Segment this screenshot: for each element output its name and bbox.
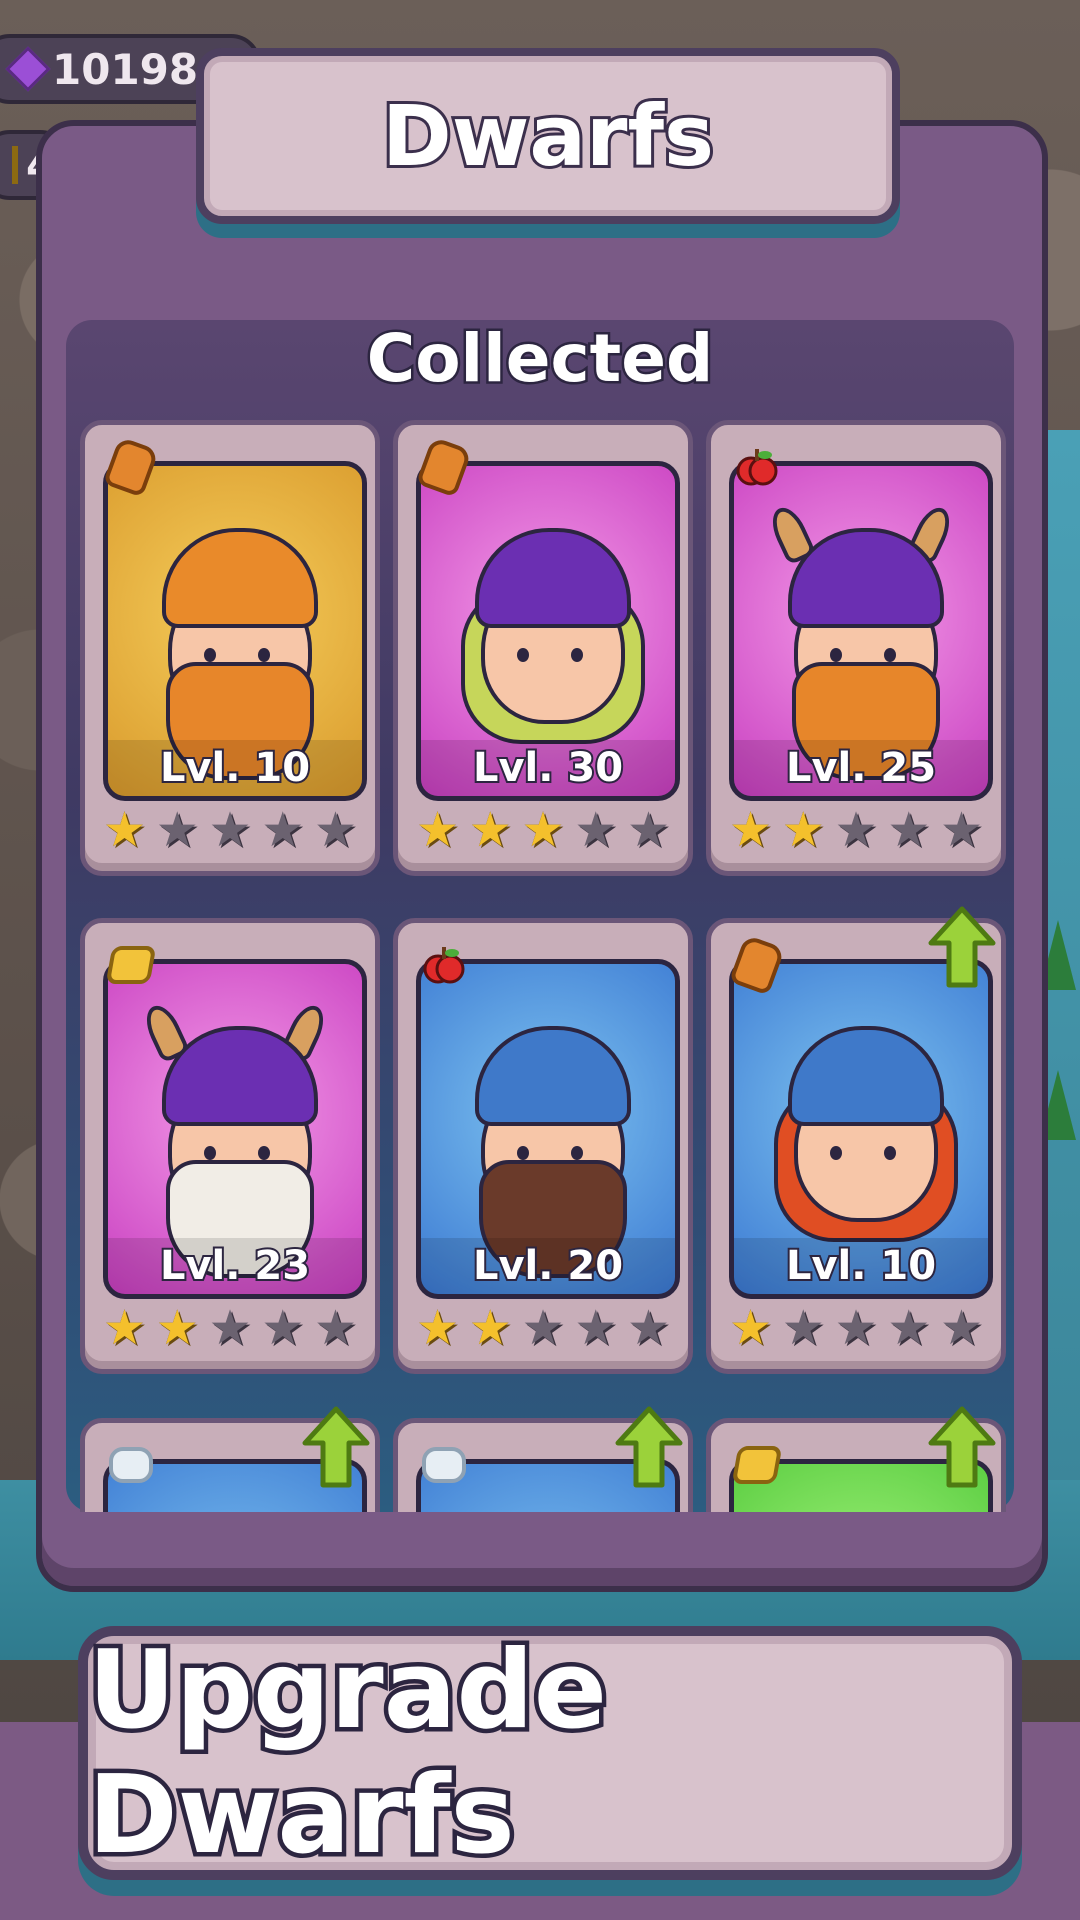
wood-icon bbox=[102, 436, 160, 498]
star-icon: ★ bbox=[729, 1300, 773, 1356]
star-icon: ★ bbox=[729, 802, 773, 858]
star-rating: ★ ★ ★ ★ ★ bbox=[729, 1303, 983, 1353]
dwarf-portrait: Lvl. 20 bbox=[416, 959, 680, 1299]
card-grid-next-row bbox=[66, 1404, 1014, 1512]
star-icon: ★ bbox=[626, 1300, 670, 1356]
wood-icon bbox=[728, 934, 786, 996]
dwarf-portrait: Lvl. 10 bbox=[103, 461, 367, 801]
star-icon: ★ bbox=[261, 1300, 305, 1356]
upgrade-arrow-icon bbox=[927, 1405, 997, 1489]
star-icon: ★ bbox=[574, 802, 618, 858]
dwarf-portrait: Lvl. 10 bbox=[729, 959, 993, 1299]
dwarf-card[interactable] bbox=[706, 1406, 1006, 1512]
star-icon: ★ bbox=[887, 802, 931, 858]
dwarf-card[interactable] bbox=[393, 1406, 693, 1512]
star-icon: ★ bbox=[416, 802, 460, 858]
star-rating: ★ ★ ★ ★ ★ bbox=[416, 1303, 670, 1353]
star-icon: ★ bbox=[781, 1300, 825, 1356]
panel-title: Dwarfs bbox=[379, 84, 717, 188]
gold-ore-icon bbox=[731, 1443, 783, 1487]
star-icon: ★ bbox=[313, 1300, 357, 1356]
apple-icon bbox=[422, 943, 466, 987]
star-icon: ★ bbox=[521, 802, 565, 858]
dwarf-portrait: Lvl. 23 bbox=[103, 959, 367, 1299]
dwarf-level: Lvl. 10 bbox=[734, 1238, 988, 1294]
star-icon: ★ bbox=[313, 802, 357, 858]
dwarf-card[interactable]: Lvl. 10 ★ ★ ★ ★ ★ bbox=[706, 906, 1006, 1374]
star-icon: ★ bbox=[208, 802, 252, 858]
dwarf-card[interactable]: Lvl. 30 ★ ★ ★ ★ ★ bbox=[393, 420, 693, 876]
star-icon: ★ bbox=[834, 802, 878, 858]
dwarf-portrait: Lvl. 30 bbox=[416, 461, 680, 801]
star-icon: ★ bbox=[626, 802, 670, 858]
star-icon: ★ bbox=[416, 1300, 460, 1356]
upgrade-arrow-icon bbox=[927, 905, 997, 989]
star-icon: ★ bbox=[834, 1300, 878, 1356]
dwarf-card[interactable]: Lvl. 23 ★ ★ ★ ★ ★ bbox=[80, 918, 380, 1374]
star-icon: ★ bbox=[468, 802, 512, 858]
wood-icon bbox=[415, 436, 473, 498]
upgrade-arrow-icon bbox=[614, 1405, 684, 1489]
star-icon: ★ bbox=[468, 1300, 512, 1356]
star-icon: ★ bbox=[521, 1300, 565, 1356]
dwarf-level: Lvl. 30 bbox=[421, 740, 675, 796]
star-icon: ★ bbox=[103, 1300, 147, 1356]
apple-icon bbox=[735, 445, 779, 489]
star-icon: ★ bbox=[261, 802, 305, 858]
section-title: Collected bbox=[364, 318, 715, 400]
dwarf-card[interactable]: Lvl. 25 ★ ★ ★ ★ ★ bbox=[706, 420, 1006, 876]
star-icon: ★ bbox=[887, 1300, 931, 1356]
star-rating: ★ ★ ★ ★ ★ bbox=[729, 805, 983, 855]
gem-count: 10198 bbox=[52, 44, 199, 94]
star-icon: ★ bbox=[574, 1300, 618, 1356]
dwarf-level: Lvl. 10 bbox=[108, 740, 362, 796]
star-icon: ★ bbox=[155, 802, 199, 858]
banner-label: Upgrade Dwarfs bbox=[84, 1624, 612, 1883]
star-icon: ★ bbox=[103, 802, 147, 858]
star-icon: ★ bbox=[155, 1300, 199, 1356]
coin-icon bbox=[12, 146, 18, 184]
stone-icon bbox=[422, 1443, 466, 1487]
upgrade-arrow-icon bbox=[301, 1405, 371, 1489]
star-rating: ★ ★ ★ ★ ★ bbox=[416, 805, 670, 855]
dwarf-card[interactable]: Lvl. 20 ★ ★ ★ ★ ★ bbox=[393, 918, 693, 1374]
star-icon: ★ bbox=[939, 802, 983, 858]
dwarf-level: Lvl. 23 bbox=[108, 1238, 362, 1294]
star-rating: ★ ★ ★ ★ ★ bbox=[103, 805, 357, 855]
upgrade-dwarfs-banner[interactable]: Upgrade Dwarfs bbox=[78, 1624, 1022, 1883]
star-rating: ★ ★ ★ ★ ★ bbox=[103, 1303, 357, 1353]
star-icon: ★ bbox=[939, 1300, 983, 1356]
dwarf-level: Lvl. 25 bbox=[734, 740, 988, 796]
stone-icon bbox=[109, 1443, 153, 1487]
dwarf-card[interactable]: Lvl. 10 ★ ★ ★ ★ ★ bbox=[80, 420, 380, 876]
dwarf-level: Lvl. 20 bbox=[421, 1238, 675, 1294]
dwarf-card[interactable] bbox=[80, 1406, 380, 1512]
gold-ore-icon bbox=[105, 943, 157, 987]
star-icon: ★ bbox=[208, 1300, 252, 1356]
panel-title-plate: Dwarfs bbox=[196, 48, 900, 224]
dwarf-portrait: Lvl. 25 bbox=[729, 461, 993, 801]
gem-icon bbox=[5, 46, 51, 92]
star-icon: ★ bbox=[781, 802, 825, 858]
